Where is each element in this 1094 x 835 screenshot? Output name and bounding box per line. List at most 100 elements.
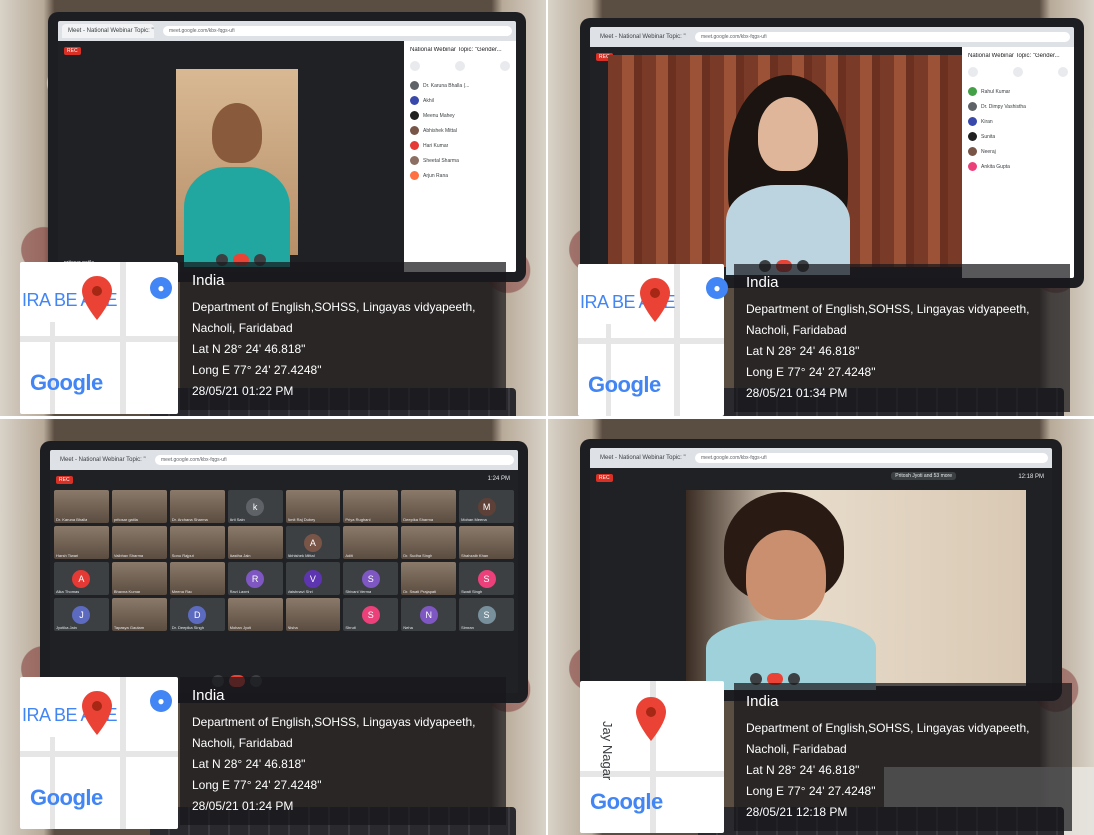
address-bar[interactable]: meet.google.com/kbx-fqgs-ufi [695, 453, 1048, 463]
participant-name: Dr. Dimpy Vashistha [981, 103, 1026, 110]
participant-row[interactable]: Kiran [968, 117, 1068, 126]
participant-tile[interactable]: Deepika Sharma [401, 490, 457, 523]
participant-tile[interactable]: Amit Raj Dubey [285, 490, 341, 523]
participant-tile[interactable]: k Arti Sain [227, 490, 283, 523]
participant-tile[interactable]: S Shruti [343, 598, 399, 631]
avatar [968, 132, 977, 141]
browser-tab[interactable]: Meet - National Webinar Topic: "Gender..… [54, 453, 146, 467]
participant-tile[interactable]: pritosar gatila [111, 490, 167, 523]
geotag-longitude: Long E 77° 24' 27.4248" [192, 778, 322, 792]
participant-tile[interactable]: Aditi [343, 526, 399, 559]
speaker-body [184, 167, 290, 267]
map-thumbnail: Jay Nagar Google [580, 681, 724, 833]
participant-tile[interactable]: N Neha [401, 598, 457, 631]
google-logo: Google [588, 372, 661, 397]
meet-participant-chip[interactable]: Pritosh Jyoti and 53 more [891, 472, 956, 480]
browser-tab[interactable]: Meet - National Webinar Topic: "Gender..… [594, 451, 686, 465]
geotag-country: India [746, 274, 779, 291]
participant-tile[interactable]: Sonu Rajput [169, 526, 225, 559]
host-controls-icon[interactable] [1058, 67, 1068, 77]
browser-tab-bar: Meet - National Webinar Topic: "Gender..… [590, 27, 1074, 47]
participant-name: Arjun Rana [423, 172, 449, 179]
participant-tile[interactable]: Priya Rughani [343, 490, 399, 523]
meet-window: REC National Webinar Topic: "Gender... D… [58, 41, 516, 272]
participant-tile[interactable]: V Vaishnavi Shri [285, 562, 341, 595]
photo-3: Meet - National Webinar Topic: "Gender..… [0, 419, 546, 835]
maps-badge-icon: ● [150, 690, 172, 712]
map-pin-icon [82, 691, 112, 735]
participant-tile[interactable]: Dr. Sudha Singh [401, 526, 457, 559]
recording-badge: REC [64, 47, 81, 55]
avatar [410, 81, 419, 90]
participant-tile-name: Aditi [345, 553, 354, 558]
photo-1: Meet - National Webinar Topic: "Gender..… [0, 0, 546, 416]
participant-initial-avatar: S [477, 569, 496, 588]
browser-tab-bar: Meet - National Webinar Topic: "Gender..… [590, 448, 1052, 468]
avatar [410, 171, 419, 180]
participant-tile[interactable]: A Alka Thomas [54, 562, 109, 595]
host-controls-icon[interactable] [500, 61, 510, 71]
participant-row[interactable]: Dr. Dimpy Vashistha [968, 102, 1068, 111]
map-thumbnail: IRA BE AGE Google [578, 264, 724, 416]
browser-tab[interactable]: Meet - National Webinar Topic: "Gender..… [594, 30, 686, 44]
geotag-longitude: Long E 77° 24' 27.4248" [192, 363, 322, 377]
participant-tile[interactable]: Shahzaib Khan [459, 526, 514, 559]
participant-tile-name: Shahzaib Khan [461, 553, 489, 558]
add-people-icon[interactable] [455, 61, 465, 71]
participant-tile[interactable]: Aastha Jain [227, 526, 283, 559]
participant-row[interactable]: Meenu Mahey [410, 111, 510, 120]
participant-tile-name: Mohan Jyoti [229, 625, 252, 630]
participant-tile[interactable]: M Mohan Meena [459, 490, 514, 523]
participant-tile[interactable]: S Shivani Verma [343, 562, 399, 595]
geotag-address-line2: Nacholi, Faridabad [192, 321, 293, 335]
participant-tile[interactable]: Dr. Karuna Bhalla [54, 490, 109, 523]
browser-tab[interactable]: Meet - National Webinar Topic: "Gender..… [62, 24, 154, 38]
participant-tile[interactable]: R Ravi Laxmi [227, 562, 283, 595]
participant-row[interactable]: Rahul Kumar [968, 87, 1068, 96]
laptop: Meet - National Webinar Topic: "Gender..… [48, 12, 526, 282]
participant-row[interactable]: Ankita Gupta [968, 162, 1068, 171]
geotag-address-line1: Department of English,SOHSS, Lingayas vi… [746, 302, 1030, 316]
participant-row[interactable]: Arjun Rana [410, 171, 510, 180]
mute-all-icon[interactable] [968, 67, 978, 77]
participant-initial-avatar: k [246, 497, 265, 516]
laptop-screen: Meet - National Webinar Topic: "Gender..… [590, 27, 1074, 278]
participant-tile-name: Priya Rughani [345, 517, 371, 522]
participant-tile[interactable]: S Simran [459, 598, 514, 631]
participant-tile[interactable]: Mohan Jyoti [227, 598, 283, 631]
participant-tile-name: Nisha [287, 625, 298, 630]
participant-tile[interactable]: Meena Rao [169, 562, 225, 595]
participant-row[interactable]: Hari Kumar [410, 141, 510, 150]
address-bar[interactable]: meet.google.com/kbx-fqgs-ufi [155, 455, 514, 465]
mute-all-icon[interactable] [410, 61, 420, 71]
google-logo: Google [30, 785, 103, 810]
participant-row[interactable]: Abhishek Mittal [410, 126, 510, 135]
participant-tile[interactable]: J Jyotika Jain [54, 598, 109, 631]
participants-panel: National Webinar Topic: "Gender... Dr. K… [404, 41, 516, 272]
participant-tile-name: Dr. Deepika Singh [171, 625, 204, 630]
participant-row[interactable]: Sunita [968, 132, 1068, 141]
participant-row[interactable]: Neeraj [968, 147, 1068, 156]
participant-tile[interactable]: Tapasya Gautam [111, 598, 167, 631]
participant-tile-name: Neha [403, 625, 413, 630]
add-people-icon[interactable] [1013, 67, 1023, 77]
participant-tile[interactable]: A Abhishek Mittal [285, 526, 341, 559]
participant-tile[interactable]: Nisha [285, 598, 341, 631]
participant-tile[interactable]: Vaibhav Sharma [111, 526, 167, 559]
participant-row[interactable]: Dr. Karuna Bhalla (... [410, 81, 510, 90]
map-pin-icon [636, 697, 666, 741]
participant-tile[interactable]: Dr. Archana Sharma [169, 490, 225, 523]
address-bar[interactable]: meet.google.com/kbx-fqgs-ufi [695, 32, 1070, 42]
participant-tile[interactable]: S Swati Singh [459, 562, 514, 595]
participant-row[interactable]: Akhil [410, 96, 510, 105]
participant-tile[interactable]: Dr. Swati Prajapati [401, 562, 457, 595]
participant-tile[interactable]: D Dr. Deepika Singh [169, 598, 225, 631]
laptop: Meet - National Webinar Topic: "Gender..… [40, 441, 528, 703]
participant-row[interactable]: Sheetal Sharma [410, 156, 510, 165]
geotag-datetime: 28/05/21 01:24 PM [192, 799, 294, 813]
maps-badge-icon: ● [706, 277, 728, 299]
avatar [410, 96, 419, 105]
participant-tile[interactable]: Harsh Tiwari [54, 526, 109, 559]
address-bar[interactable]: meet.google.com/kbx-fqgs-ufi [163, 26, 512, 36]
participant-tile[interactable]: Bhavna Kumar [111, 562, 167, 595]
